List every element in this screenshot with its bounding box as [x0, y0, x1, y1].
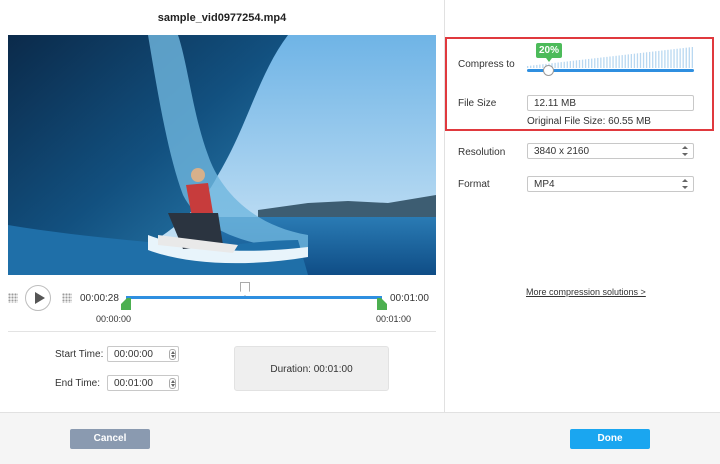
end-time-label: End Time:	[55, 378, 101, 389]
more-compression-link[interactable]: More compression solutions >	[526, 287, 646, 297]
play-button[interactable]	[25, 285, 51, 311]
compression-bar	[682, 48, 684, 68]
compression-bar	[536, 64, 538, 68]
start-time-stepper[interactable]	[169, 349, 176, 360]
compression-bar	[685, 47, 687, 68]
end-time-readout: 00:01:00	[390, 293, 429, 304]
compression-bar	[673, 49, 675, 68]
file-size-label: File Size	[458, 98, 497, 109]
video-preview[interactable]	[8, 35, 436, 275]
compression-bar	[530, 65, 532, 68]
timeline-track[interactable]	[126, 296, 382, 299]
file-size-input[interactable]: 12.11 MB	[527, 95, 694, 111]
compress-percent-badge: 20%	[536, 43, 562, 62]
compression-bar	[557, 62, 559, 68]
format-value: MP4	[534, 179, 555, 190]
trim-start-marker[interactable]	[121, 298, 131, 310]
start-time-label: Start Time:	[55, 349, 104, 360]
compression-bar	[569, 61, 571, 68]
done-button[interactable]: Done	[570, 429, 650, 449]
compression-bar	[636, 53, 639, 68]
compression-bar	[581, 59, 584, 68]
compress-to-label: Compress to	[458, 59, 515, 70]
compression-bar	[606, 56, 608, 68]
duration-display: Duration: 00:01:00	[234, 346, 389, 391]
format-label: Format	[458, 179, 490, 190]
compression-bar	[560, 62, 562, 68]
compression-bar	[578, 60, 581, 68]
divider	[8, 331, 436, 332]
compression-bar	[661, 50, 663, 68]
compression-bar	[664, 50, 666, 68]
end-time-input[interactable]: 00:01:00	[107, 375, 179, 391]
compression-bar	[627, 54, 629, 68]
compression-bar	[624, 54, 626, 68]
compression-bar	[609, 56, 611, 68]
compression-bar	[691, 47, 693, 68]
file-name-title: sample_vid0977254.mp4	[157, 12, 287, 24]
compression-bar	[642, 52, 645, 68]
compression-bar	[618, 55, 620, 68]
compression-bar	[615, 55, 617, 68]
drag-handle-right[interactable]	[62, 293, 72, 303]
compression-bar	[563, 61, 565, 68]
compression-bar	[649, 51, 651, 68]
compression-bar	[603, 57, 605, 68]
start-time-input[interactable]: 00:00:00	[107, 346, 179, 362]
resolution-select[interactable]: 3840 x 2160	[527, 143, 694, 159]
compression-bar	[591, 58, 593, 68]
resolution-label: Resolution	[458, 147, 506, 158]
compression-bar	[554, 62, 556, 68]
compression-bar	[594, 58, 596, 68]
compress-slider-knob[interactable]	[543, 65, 554, 76]
compression-bar	[652, 51, 654, 68]
end-time-value: 00:01:00	[114, 378, 153, 389]
drag-handle-left[interactable]	[8, 293, 18, 303]
compression-bar	[621, 55, 623, 68]
compression-bar	[533, 65, 535, 68]
start-time-value: 00:00:00	[114, 349, 153, 360]
compression-bar	[588, 58, 590, 68]
compression-bar	[600, 57, 602, 68]
file-size-value: 12.11 MB	[534, 98, 577, 109]
compression-bar	[688, 47, 690, 68]
compression-bar	[584, 59, 587, 68]
end-time-stepper[interactable]	[169, 378, 176, 389]
compression-bar	[597, 57, 599, 68]
playhead-handle[interactable]	[240, 282, 250, 296]
compression-bar	[670, 49, 672, 68]
original-file-size: Original File Size: 60.55 MB	[527, 116, 651, 127]
compression-bar	[633, 53, 636, 68]
format-select[interactable]: MP4	[527, 176, 694, 192]
compression-bar	[645, 52, 648, 68]
compression-bar	[630, 54, 632, 68]
compression-bar	[658, 50, 660, 68]
compression-bar	[566, 61, 568, 68]
duration-value: 00:01:00	[313, 364, 353, 375]
compression-bar	[527, 66, 529, 68]
trim-start-label: 00:00:00	[96, 314, 132, 324]
surf-wave-image	[8, 35, 436, 275]
current-time: 00:00:28	[80, 293, 119, 304]
resolution-value: 3840 x 2160	[534, 146, 590, 157]
compression-bar	[575, 60, 578, 68]
compression-bar	[612, 56, 614, 68]
compression-bar	[639, 52, 642, 68]
trim-end-label: 00:01:00	[376, 314, 412, 324]
compression-bar	[655, 51, 657, 68]
trim-end-marker[interactable]	[377, 298, 387, 310]
duration-label: Duration:	[270, 364, 311, 375]
compression-bar	[572, 60, 575, 68]
compression-bar	[679, 48, 681, 68]
cancel-button[interactable]: Cancel	[70, 429, 150, 449]
compression-bar	[676, 48, 678, 68]
compression-bar	[539, 64, 541, 68]
chevron-updown-icon	[681, 146, 689, 156]
chevron-updown-icon	[681, 179, 689, 189]
preview-pane: sample_vid0977254.mp4 00:00:28 00:01:00 …	[0, 0, 444, 412]
compression-bar	[667, 49, 669, 68]
